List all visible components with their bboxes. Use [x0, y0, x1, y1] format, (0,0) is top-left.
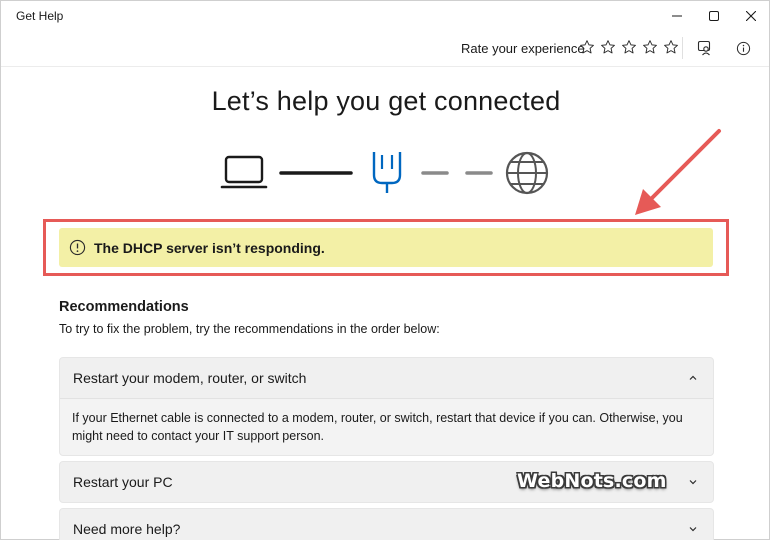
minimize-button[interactable]	[658, 1, 696, 31]
recommendation-restart-modem-header[interactable]: Restart your modem, router, or switch	[60, 358, 713, 398]
watermark: WebNots.com	[517, 470, 667, 492]
star-2-icon[interactable]	[599, 38, 617, 56]
recommendation-need-more-help: Need more help?	[59, 508, 714, 540]
minimize-icon	[672, 15, 682, 17]
laptop-icon	[220, 155, 268, 189]
star-4-icon[interactable]	[641, 38, 659, 56]
chevron-down-icon	[689, 480, 697, 485]
globe-icon	[505, 151, 549, 195]
star-5-icon[interactable]	[662, 38, 680, 56]
annotation-arrow	[635, 129, 721, 215]
recommendations-heading: Recommendations	[59, 299, 189, 315]
feedback-icon	[697, 40, 711, 56]
star-1-icon[interactable]	[578, 38, 596, 56]
recommendation-title: Need more help?	[73, 521, 181, 537]
connection-diagram	[220, 151, 549, 195]
recommendation-title: Restart your modem, router, or switch	[73, 370, 307, 386]
dhcp-alert: The DHCP server isn’t responding.	[59, 228, 713, 267]
recommendation-body: If your Ethernet cable is connected to a…	[60, 398, 713, 455]
toolbar-divider	[682, 37, 683, 59]
star-3-icon[interactable]	[620, 38, 638, 56]
rate-experience-label: Rate your experience	[461, 41, 585, 56]
recommendations-subtext: To try to fix the problem, try the recom…	[59, 322, 440, 336]
toolbar: Rate your experience	[1, 31, 769, 67]
chevron-up-icon	[689, 375, 697, 380]
close-icon	[746, 11, 756, 21]
rating-stars	[578, 38, 680, 56]
recommendation-restart-modem: Restart your modem, router, or switch If…	[59, 357, 714, 456]
info-button[interactable]	[732, 37, 754, 59]
ethernet-plug-icon	[372, 152, 402, 193]
get-help-window: Get Help Rate your experience Let’s help…	[0, 0, 770, 540]
alert-message: The DHCP server isn’t responding.	[94, 240, 325, 256]
warning-circle-icon	[69, 239, 86, 256]
feedback-button[interactable]	[694, 37, 716, 59]
chevron-down-icon	[689, 527, 697, 532]
maximize-button[interactable]	[695, 1, 733, 31]
title-bar: Get Help	[1, 1, 769, 31]
close-button[interactable]	[732, 1, 770, 31]
app-title: Get Help	[16, 9, 64, 23]
recommendation-need-more-help-header[interactable]: Need more help?	[60, 509, 713, 540]
maximize-icon	[709, 11, 719, 21]
recommendation-title: Restart your PC	[73, 474, 173, 490]
info-icon	[736, 41, 750, 55]
page-title: Let’s help you get connected	[211, 86, 561, 116]
